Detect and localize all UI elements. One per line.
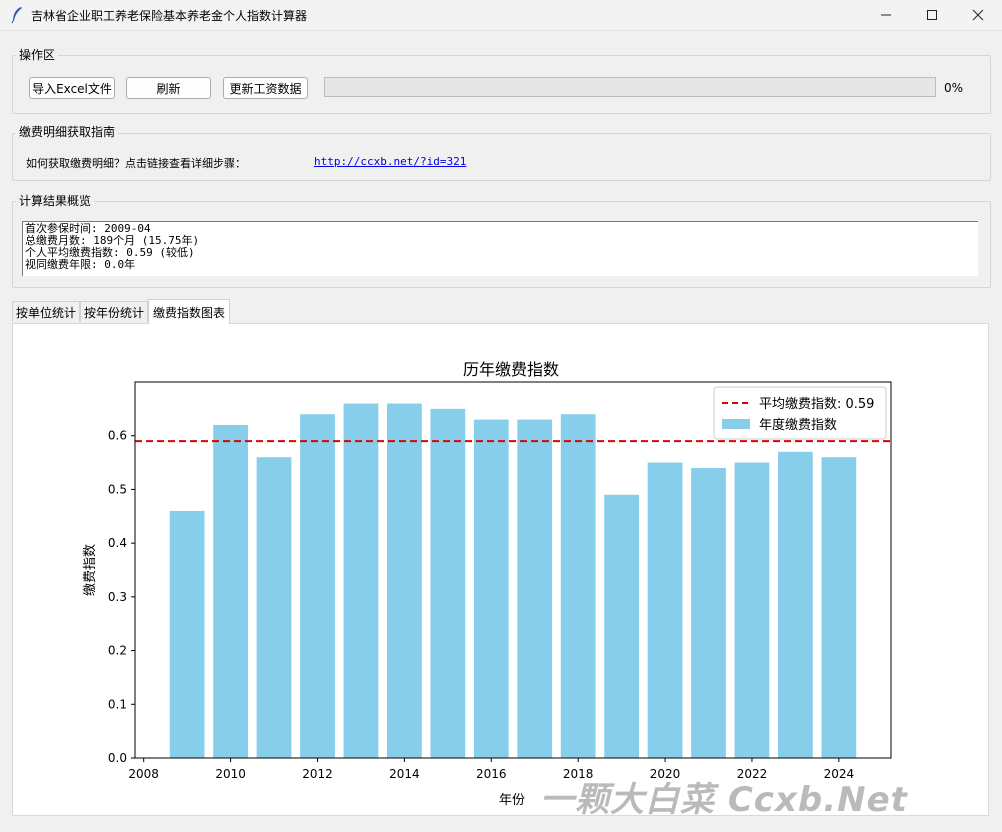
minimize-icon — [881, 14, 891, 16]
bar-2016 — [473, 419, 509, 758]
legend-bar-label: 年度缴费指数 — [759, 417, 837, 433]
y-tick-label: 0.1 — [108, 697, 127, 711]
bar-2020 — [647, 462, 683, 758]
chart-y-axis-label: 缴费指数 — [83, 544, 98, 596]
bar-2017 — [517, 419, 553, 758]
operations-label: 操作区 — [16, 48, 59, 62]
x-tick-label: 2012 — [302, 767, 333, 781]
bar-2022 — [734, 462, 770, 758]
guide-link[interactable]: http://ccxb.net/?id=321 — [314, 155, 466, 168]
progress-percent: 0% — [944, 81, 964, 95]
x-tick-label: 2016 — [476, 767, 507, 781]
update-wage-button[interactable]: 更新工资数据 — [223, 77, 308, 99]
window-title: 吉林省企业职工养老保险基本养老金个人指数计算器 — [31, 9, 308, 23]
bar-2009 — [169, 510, 205, 758]
bar-2015 — [430, 408, 466, 758]
maximize-icon — [927, 10, 937, 20]
y-tick-label: 0.4 — [108, 536, 127, 550]
legend-bar-swatch — [722, 419, 750, 429]
legend-average-label: 平均缴费指数: 0.59 — [759, 397, 874, 412]
bar-2011 — [256, 457, 292, 758]
summary-label: 计算结果概览 — [16, 194, 95, 208]
y-tick-label: 0.2 — [108, 644, 127, 658]
summary-line-average-index: 个人平均缴费指数: 0.59 (较低) — [25, 246, 195, 259]
title-bar: 吉林省企业职工养老保险基本养老金个人指数计算器 — [0, 0, 1002, 31]
x-tick-label: 2014 — [389, 767, 420, 781]
close-icon — [972, 9, 984, 21]
chart-x-axis-label: 年份 — [499, 793, 525, 808]
bar-2021 — [691, 467, 726, 758]
bar-2019 — [604, 494, 639, 758]
y-tick-label: 0.3 — [108, 590, 127, 604]
bar-2023 — [778, 451, 813, 758]
summary-line-deemed-years: 视同缴费年限: 0.0年 — [25, 258, 136, 271]
contribution-index-chart: 历年缴费指数 缴费指数 年份 2008 2010 2012 2014 2016 2018 2… — [83, 360, 892, 808]
guide-text: 如何获取缴费明细？点击链接查看详细步骤： — [26, 157, 246, 170]
x-tick-label: 2010 — [215, 767, 246, 781]
progress-bar — [324, 77, 936, 97]
bar-2013 — [343, 403, 379, 758]
tab-by-employer[interactable]: 按单位统计 — [12, 301, 80, 322]
minimize-button[interactable] — [863, 0, 909, 30]
close-button[interactable] — [955, 0, 1001, 30]
maximize-button[interactable] — [909, 0, 955, 30]
tab-by-year[interactable]: 按年份统计 — [80, 301, 148, 322]
tab-index-chart[interactable]: 缴费指数图表 — [148, 299, 230, 324]
refresh-button[interactable]: 刷新 — [126, 77, 211, 99]
watermark: 一颗大白菜 Ccxb.Net — [540, 780, 908, 820]
feather-icon — [11, 7, 22, 24]
bar-2014 — [387, 403, 422, 758]
import-excel-button[interactable]: 导入Excel文件 — [29, 77, 115, 99]
bar-2024 — [821, 457, 857, 758]
guide-label: 缴费明细获取指南 — [16, 125, 119, 139]
bar-2018 — [560, 414, 596, 758]
summary-text-box[interactable]: 首次参保时间: 2009-04 总缴费月数: 189个月 (15.75年) 个人… — [22, 221, 978, 276]
bar-2010 — [213, 424, 248, 758]
y-tick-label: 0.5 — [108, 482, 127, 496]
bar-2012 — [300, 414, 335, 758]
chart-title: 历年缴费指数 — [463, 360, 559, 379]
chart-legend: 平均缴费指数: 0.59 年度缴费指数 — [713, 386, 887, 440]
y-tick-label: 0.6 — [108, 429, 127, 443]
x-tick-label: 2008 — [128, 767, 159, 781]
y-tick-label: 0.0 — [108, 751, 127, 765]
